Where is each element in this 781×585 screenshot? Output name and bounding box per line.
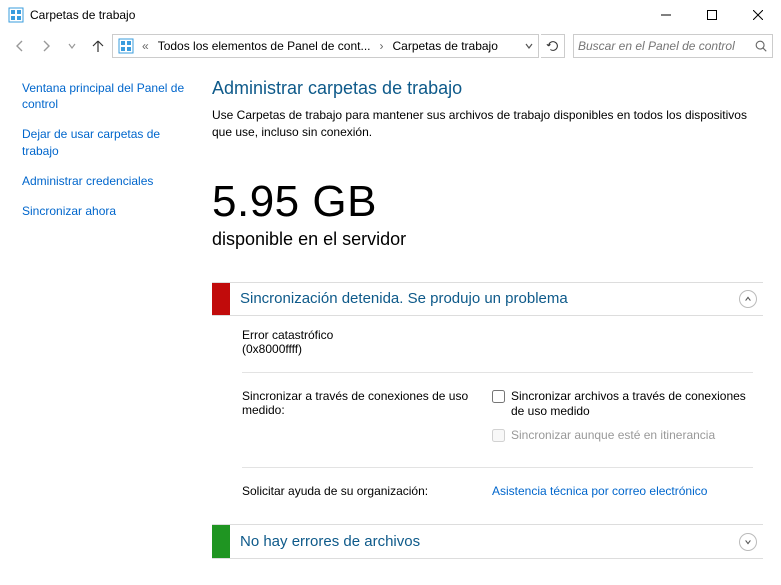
file-errors-title: No hay errores de archivos <box>230 533 739 550</box>
breadcrumb-root[interactable]: Todos los elementos de Panel de cont... <box>154 37 375 55</box>
search-input[interactable] <box>578 39 754 53</box>
maximize-button[interactable] <box>689 0 735 30</box>
metered-sync-checkbox[interactable] <box>492 390 505 403</box>
sidebar-link-credentials[interactable]: Administrar credenciales <box>22 173 188 189</box>
refresh-button[interactable] <box>541 34 565 58</box>
address-bar[interactable]: « Todos los elementos de Panel de cont..… <box>112 34 539 58</box>
email-support-link[interactable]: Asistencia técnica por correo electrónic… <box>492 484 707 498</box>
file-errors-panel-header[interactable]: No hay errores de archivos <box>212 525 763 559</box>
expand-icon[interactable] <box>739 533 757 551</box>
sync-problem-panel-header[interactable]: Sincronización detenida. Se produjo un p… <box>212 282 763 316</box>
window-title: Carpetas de trabajo <box>30 8 135 22</box>
collapse-icon[interactable] <box>739 290 757 308</box>
nav-row: « Todos los elementos de Panel de cont..… <box>0 30 781 62</box>
sync-problem-panel-body: Error catastrófico (0x8000ffff) Sincroni… <box>212 316 763 526</box>
error-title: Error catastrófico <box>242 328 753 342</box>
breadcrumb-prefix-icon: « <box>140 39 151 53</box>
metered-sync-label: Sincronizar archivos a través de conexio… <box>511 389 753 420</box>
recent-dropdown[interactable] <box>60 34 84 58</box>
sidebar-link-stop[interactable]: Dejar de usar carpetas de trabajo <box>22 126 188 158</box>
roaming-sync-checkbox <box>492 429 505 442</box>
metered-label: Sincronizar a través de conexiones de us… <box>242 389 472 452</box>
address-dropdown[interactable] <box>522 41 536 51</box>
control-panel-icon <box>118 38 134 54</box>
chevron-right-icon: › <box>378 39 386 53</box>
available-label: disponible en el servidor <box>212 229 763 250</box>
help-label: Solicitar ayuda de su organización: <box>242 484 472 498</box>
sidebar-link-main[interactable]: Ventana principal del Panel de control <box>22 80 188 112</box>
roaming-sync-label: Sincronizar aunque esté en itinerancia <box>511 428 715 444</box>
main-panel: Administrar carpetas de trabajo Use Carp… <box>200 62 781 585</box>
error-code: (0x8000ffff) <box>242 342 753 356</box>
available-value: 5.95 GB <box>212 177 763 227</box>
back-button[interactable] <box>8 34 32 58</box>
page-title: Administrar carpetas de trabajo <box>212 78 763 99</box>
page-desc: Use Carpetas de trabajo para mantener su… <box>212 107 763 141</box>
status-stripe-ok <box>212 525 230 558</box>
titlebar: Carpetas de trabajo <box>0 0 781 30</box>
search-box[interactable] <box>573 34 773 58</box>
sidebar: Ventana principal del Panel de control D… <box>0 62 200 585</box>
minimize-button[interactable] <box>643 0 689 30</box>
status-stripe-error <box>212 283 230 315</box>
close-button[interactable] <box>735 0 781 30</box>
breadcrumb-current[interactable]: Carpetas de trabajo <box>389 37 502 55</box>
app-icon <box>8 7 24 23</box>
up-button[interactable] <box>86 34 110 58</box>
sidebar-link-sync-now[interactable]: Sincronizar ahora <box>22 203 188 219</box>
search-icon[interactable] <box>754 39 768 53</box>
forward-button[interactable] <box>34 34 58 58</box>
sync-problem-title: Sincronización detenida. Se produjo un p… <box>230 290 739 307</box>
